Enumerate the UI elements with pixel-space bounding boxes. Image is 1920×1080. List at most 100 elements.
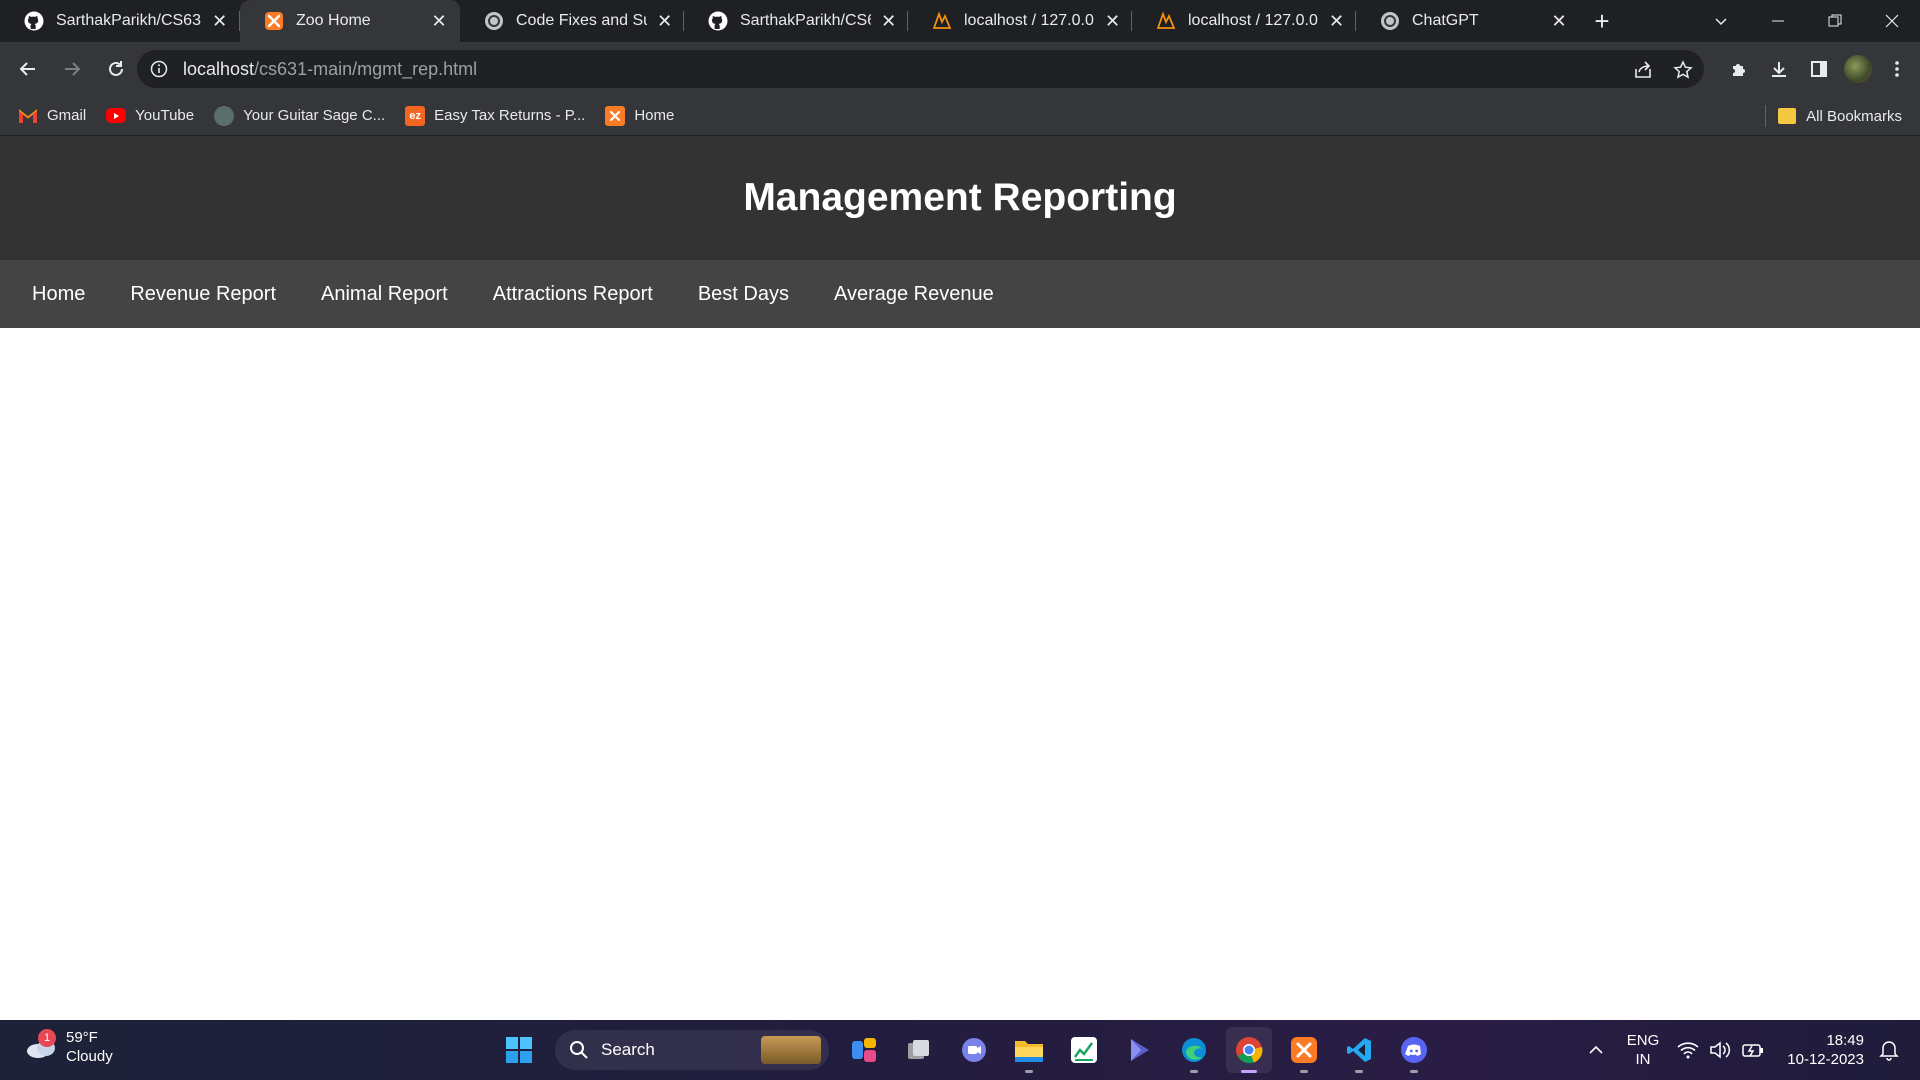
weather-badge: 1 [38, 1029, 56, 1047]
close-icon[interactable]: ✕ [1548, 10, 1570, 32]
taskbar-app-xampp[interactable] [1281, 1027, 1327, 1073]
close-icon[interactable]: ✕ [428, 10, 450, 32]
github-icon [708, 11, 728, 31]
taskbar-app-file-explorer[interactable] [1006, 1027, 1052, 1073]
tab-search-chevron-icon[interactable] [1692, 0, 1749, 42]
forward-button[interactable] [52, 49, 92, 89]
download-icon[interactable] [1764, 49, 1794, 89]
running-indicator [1190, 1070, 1198, 1073]
restore-button[interactable] [1806, 0, 1863, 42]
taskbar-app-discord[interactable] [1391, 1027, 1437, 1073]
taskbar-app-task-view[interactable] [896, 1027, 942, 1073]
xampp-icon [264, 11, 284, 31]
menu-kebab-icon[interactable] [1882, 49, 1912, 89]
bookmark-easy-tax[interactable]: ez Easy Tax Returns - P... [405, 105, 585, 126]
browser-toolbar: localhost/cs631-main/mgmt_rep.html [0, 42, 1920, 96]
tab-localhost-2[interactable]: localhost / 127.0.0.1 / ✕ [1132, 0, 1356, 42]
widgets-icon [852, 1038, 876, 1062]
bookmark-label: YouTube [135, 107, 195, 124]
nav-link-average-revenue[interactable]: Average Revenue [816, 283, 1012, 306]
profile-avatar[interactable] [1844, 55, 1872, 83]
nav-link-best-days[interactable]: Best Days [680, 283, 807, 306]
taskbar-app-chrome[interactable] [1226, 1027, 1272, 1073]
tab-chatgpt[interactable]: ChatGPT ✕ [1356, 0, 1580, 42]
language-indicator[interactable]: ENG IN [1627, 1031, 1660, 1069]
chatgpt-icon [1380, 11, 1400, 31]
tab-localhost-1[interactable]: localhost / 127.0.0.1 / ✕ [908, 0, 1132, 42]
address-bar[interactable]: localhost/cs631-main/mgmt_rep.html [137, 50, 1704, 88]
taskbar-app-widgets[interactable] [841, 1027, 887, 1073]
side-panel-icon[interactable] [1804, 49, 1834, 89]
share-icon[interactable] [1630, 57, 1656, 83]
close-icon[interactable]: ✕ [655, 10, 674, 32]
chatgpt-icon [484, 11, 504, 31]
nav-link-revenue-report[interactable]: Revenue Report [112, 283, 294, 306]
back-button[interactable] [8, 49, 48, 89]
new-tab-button[interactable]: + [1580, 0, 1624, 42]
taskbar-app-stocks[interactable] [1061, 1027, 1107, 1073]
bookmark-guitar-sage[interactable]: Your Guitar Sage C... [214, 105, 385, 126]
bookmark-star-icon[interactable] [1670, 57, 1696, 83]
folder-icon [1778, 108, 1797, 124]
notification-bell-icon[interactable] [1878, 1039, 1900, 1061]
taskbar-search[interactable]: Search [555, 1030, 829, 1070]
tab-code-fixes[interactable]: Code Fixes and Sugg ✕ [460, 0, 684, 42]
chrome-icon [1236, 1037, 1263, 1064]
tab-github-2[interactable]: SarthakParikh/CS631 ✕ [684, 0, 908, 42]
taskbar-app-media-player[interactable] [1116, 1027, 1162, 1073]
bookmark-label: Home [634, 107, 675, 124]
close-icon[interactable]: ✕ [879, 10, 898, 32]
show-hidden-icons-chevron-icon[interactable] [1581, 1045, 1611, 1055]
close-icon[interactable]: ✕ [1103, 10, 1122, 32]
tab-title: SarthakParikh/CS631 [56, 12, 202, 29]
nav-link-animal-report[interactable]: Animal Report [303, 283, 466, 306]
weather-temp: 59°F [66, 1029, 98, 1046]
minimize-button[interactable] [1749, 0, 1806, 42]
site-info-icon[interactable] [149, 59, 169, 79]
taskbar-app-vscode[interactable] [1336, 1027, 1382, 1073]
teams-chat-icon [962, 1038, 986, 1062]
close-icon[interactable]: ✕ [209, 10, 230, 32]
media-player-icon [1131, 1039, 1149, 1061]
bookmark-gmail[interactable]: Gmail [18, 106, 86, 126]
search-icon [570, 1041, 588, 1059]
start-button[interactable] [496, 1027, 542, 1073]
url-host: localhost [183, 58, 255, 79]
taskbar-apps: Search [496, 1026, 1446, 1074]
url-path: /cs631-main/mgmt_rep.html [254, 58, 478, 79]
reload-button[interactable] [96, 49, 136, 89]
youtube-icon [106, 108, 127, 123]
bookmarks-divider [1765, 105, 1767, 127]
close-icon[interactable]: ✕ [1327, 10, 1346, 32]
taskbar-app-edge[interactable] [1171, 1027, 1217, 1073]
tab-github-1[interactable]: SarthakParikh/CS631 ✕ [0, 0, 240, 42]
nav-link-attractions-report[interactable]: Attractions Report [475, 283, 671, 306]
nav-link-home[interactable]: Home [14, 283, 103, 306]
tab-title: SarthakParikh/CS631 [740, 12, 871, 29]
clock[interactable]: 18:49 10-12-2023 [1787, 1031, 1864, 1069]
phpmyadmin-icon [932, 11, 952, 31]
back-arrow-icon [19, 62, 35, 76]
chart-app-icon [1071, 1037, 1097, 1063]
page-content: Management Reporting Home Revenue Report… [0, 136, 1920, 1020]
language-code: ENG [1626, 1032, 1660, 1049]
clock-time: 18:49 [1826, 1032, 1864, 1049]
bookmark-youtube[interactable]: YouTube [106, 107, 194, 124]
weather-widget[interactable]: 1 59°F Cloudy [24, 1028, 113, 1066]
cloud-icon: 1 [24, 1029, 58, 1061]
extensions-icon[interactable] [1724, 49, 1754, 89]
quick-settings[interactable] [1677, 1040, 1765, 1060]
discord-icon [1401, 1037, 1427, 1063]
volume-icon [1710, 1041, 1731, 1059]
close-window-button[interactable] [1863, 0, 1920, 42]
xampp-icon [605, 105, 626, 126]
tab-zoo-home[interactable]: Zoo Home ✕ [240, 0, 460, 42]
running-indicator [1241, 1070, 1257, 1073]
language-region: IN [1635, 1051, 1651, 1068]
all-bookmarks-button[interactable]: All Bookmarks [1765, 96, 1902, 136]
edge-icon [1182, 1038, 1206, 1062]
clock-date: 10-12-2023 [1787, 1051, 1864, 1068]
github-icon [24, 11, 44, 31]
taskbar-app-teams[interactable] [951, 1027, 997, 1073]
bookmark-home[interactable]: Home [605, 105, 675, 126]
